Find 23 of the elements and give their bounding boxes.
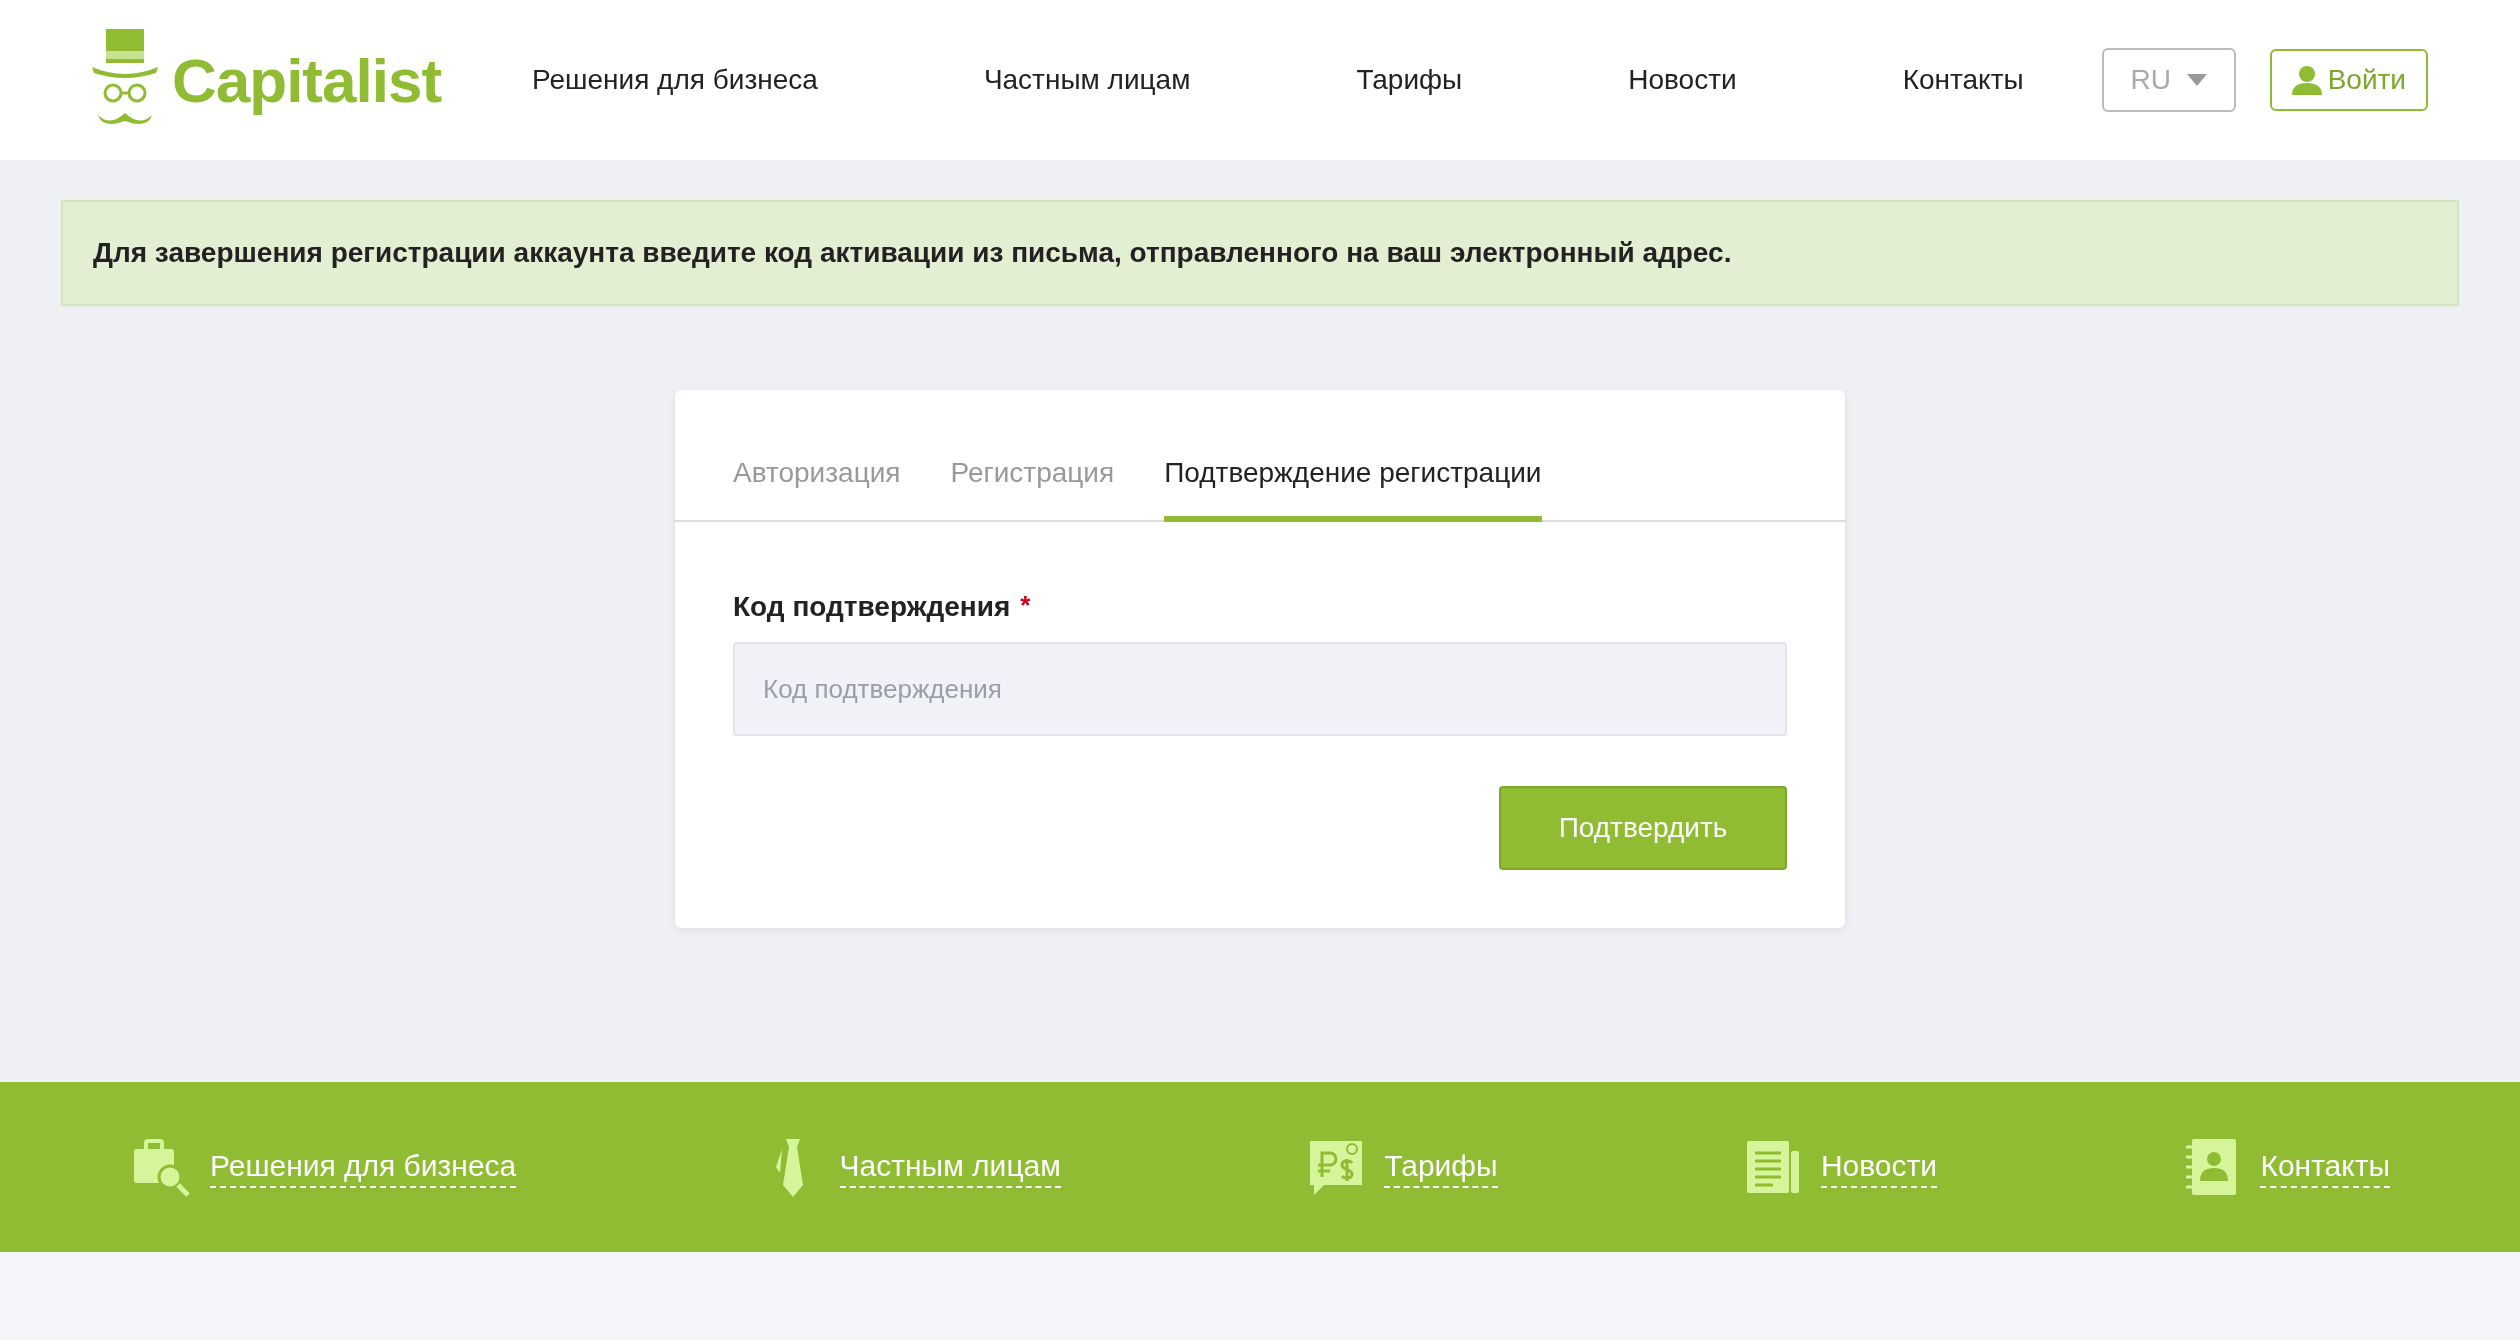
info-alert: Для завершения регистрации аккаунта введите код активации из письма, отправленного на ваш электронный адрес. — [61, 200, 2459, 306]
footer-link[interactable]: Тарифы — [1384, 1146, 1498, 1188]
language-dropdown[interactable]: RU — [2101, 48, 2236, 112]
confirm-button[interactable]: Подтвердить — [1499, 786, 1787, 870]
logo-text: Capitalist — [172, 44, 442, 117]
footer-link[interactable]: Контакты — [2260, 1146, 2390, 1188]
field-label: Код подтверждения — [733, 590, 1011, 624]
code-input-field[interactable]: Код подтверждения — [733, 642, 1787, 736]
tab[interactable]: Регистрация — [950, 452, 1115, 522]
required-mark: * — [1020, 589, 1031, 622]
footer-link[interactable]: Новости — [1820, 1146, 1938, 1188]
caret-icon — [2186, 74, 2207, 86]
nav-link[interactable]: Новости — [1628, 59, 1737, 101]
nav-link[interactable]: Частным лицам — [983, 59, 1191, 101]
login-button[interactable]: Войти — [2269, 49, 2428, 111]
user-icon — [2291, 65, 2322, 95]
nav-link[interactable]: Контакты — [1902, 59, 2024, 101]
footer-link[interactable]: Частным лицам — [839, 1146, 1061, 1188]
tab[interactable]: Подтверждение регистрации — [1164, 452, 1542, 522]
footer-link[interactable]: Решения для бизнеса — [210, 1146, 517, 1188]
nav-link[interactable]: Решения для бизнеса — [532, 59, 818, 101]
nav-link[interactable]: Тарифы — [1356, 59, 1463, 101]
tab[interactable]: Авторизация — [733, 452, 901, 522]
